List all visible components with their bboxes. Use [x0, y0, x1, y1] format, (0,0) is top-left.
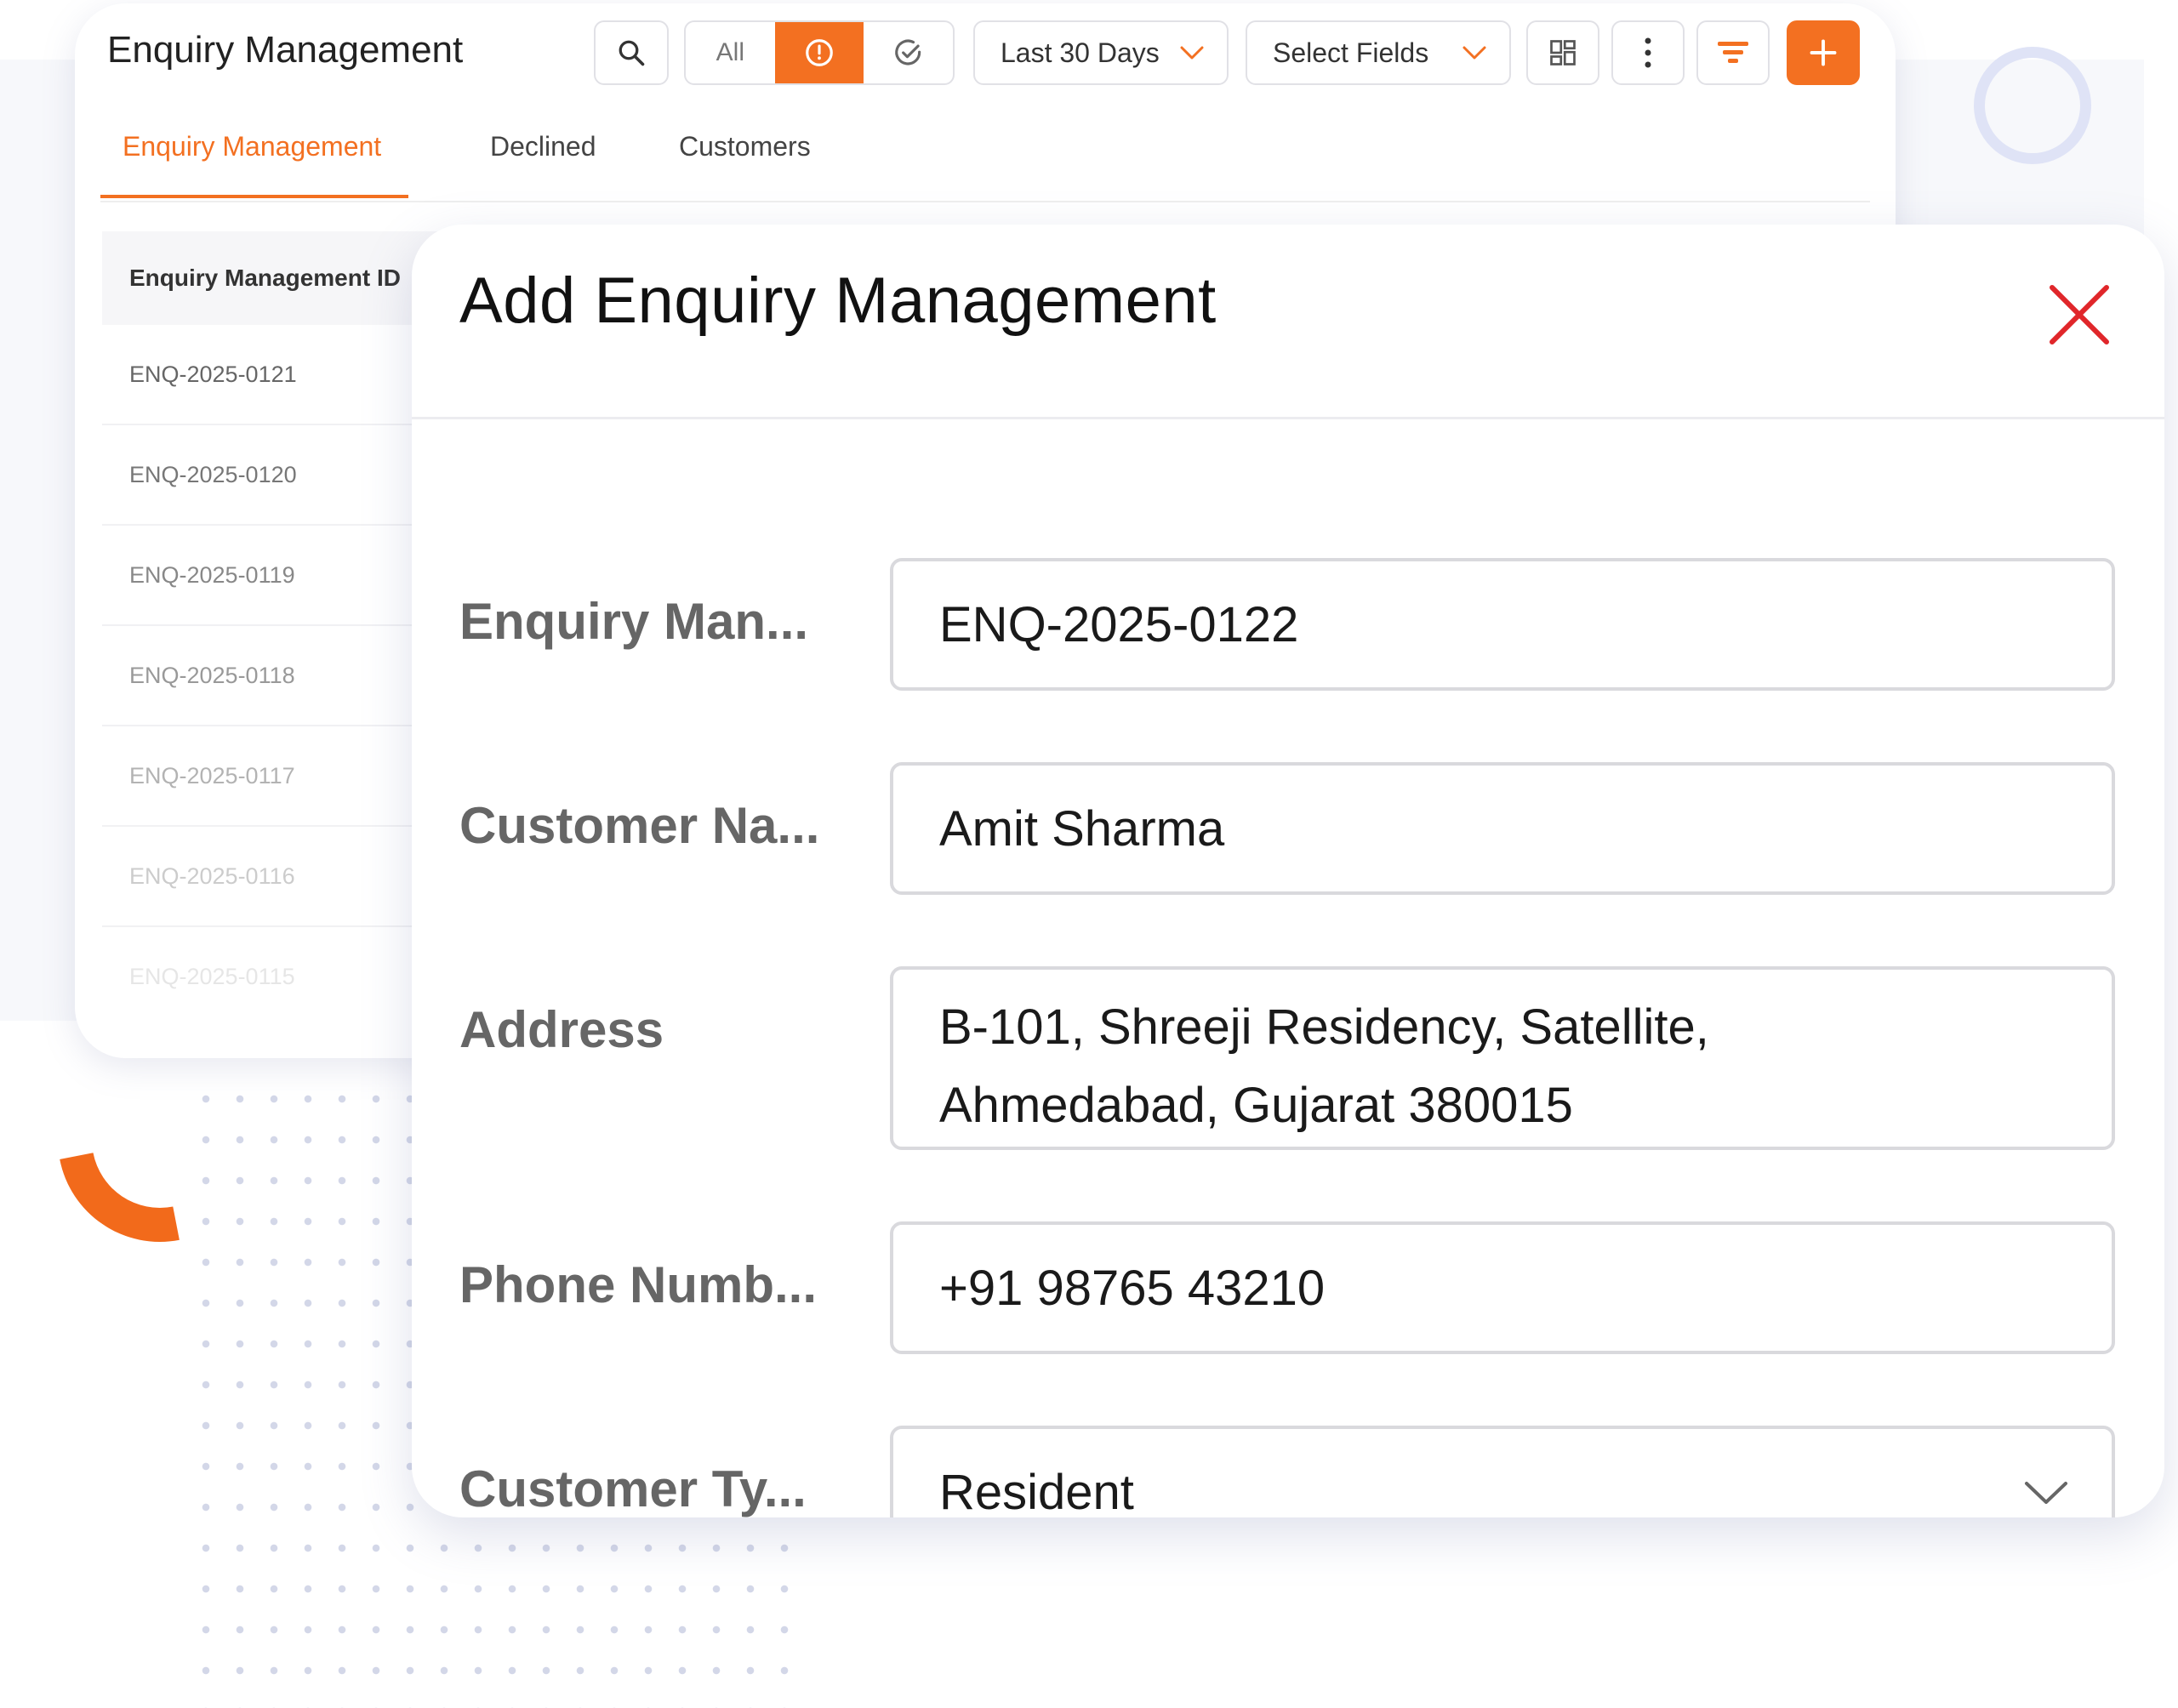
filter-pending-button[interactable]: [774, 22, 864, 83]
grid-view-button[interactable]: [1526, 20, 1599, 85]
enquiry-id-field[interactable]: ENQ-2025-0122: [890, 558, 2115, 691]
clock-icon: [806, 39, 833, 66]
page-title: Enquiry Management: [107, 29, 464, 71]
enquiry-id-label: Enquiry Man...: [459, 593, 809, 650]
date-range-dropdown[interactable]: Last 30 Days: [973, 20, 1229, 85]
modal-title: Add Enquiry Management: [459, 265, 1217, 337]
close-button[interactable]: [2045, 281, 2113, 349]
phone-number-field[interactable]: +91 98765 43210: [890, 1221, 2115, 1354]
select-fields-label: Select Fields: [1273, 37, 1429, 68]
tab-customers[interactable]: Customers: [679, 131, 811, 162]
phone-number-label: Phone Numb...: [459, 1256, 817, 1313]
tab-declined[interactable]: Declined: [490, 131, 596, 162]
filter-button[interactable]: [1696, 20, 1770, 85]
select-fields-dropdown[interactable]: Select Fields: [1246, 20, 1511, 85]
search-button[interactable]: [594, 20, 669, 85]
customer-type-select[interactable]: Resident: [890, 1426, 2115, 1517]
tab-divider: [100, 201, 1870, 202]
add-enquiry-modal: Add Enquiry Management Enquiry Man... EN…: [412, 225, 2164, 1517]
tab-enquiry-management[interactable]: Enquiry Management: [123, 131, 381, 162]
add-button[interactable]: [1787, 20, 1860, 85]
customer-name-field[interactable]: Amit Sharma: [890, 762, 2115, 895]
customer-type-value: Resident: [939, 1464, 1134, 1518]
grid-icon: [1550, 40, 1576, 65]
chevron-down-icon: [2025, 1482, 2067, 1504]
modal-divider: [412, 417, 2164, 419]
more-options-button[interactable]: [1611, 20, 1685, 85]
filter-all-button[interactable]: All: [686, 22, 775, 83]
customer-name-label: Customer Na...: [459, 797, 820, 854]
status-filter-group: All: [684, 20, 955, 85]
customer-type-label: Customer Ty...: [459, 1460, 807, 1517]
date-range-label: Last 30 Days: [1001, 37, 1160, 68]
plus-icon: [1810, 39, 1837, 66]
address-field[interactable]: B-101, Shreeji Residency, Satellite, Ahm…: [890, 966, 2115, 1150]
ring-decoration: [1974, 47, 2091, 164]
filter-done-button[interactable]: [864, 22, 953, 83]
chevron-down-icon: [1462, 46, 1486, 60]
more-vertical-icon: [1645, 37, 1651, 68]
close-icon: [2050, 285, 2109, 344]
filter-icon: [1718, 42, 1748, 63]
chevron-down-icon: [1180, 46, 1204, 60]
active-tab-indicator: [100, 195, 408, 198]
check-circle-icon: [894, 39, 921, 65]
search-icon: [619, 40, 645, 66]
address-label: Address: [459, 1001, 664, 1058]
